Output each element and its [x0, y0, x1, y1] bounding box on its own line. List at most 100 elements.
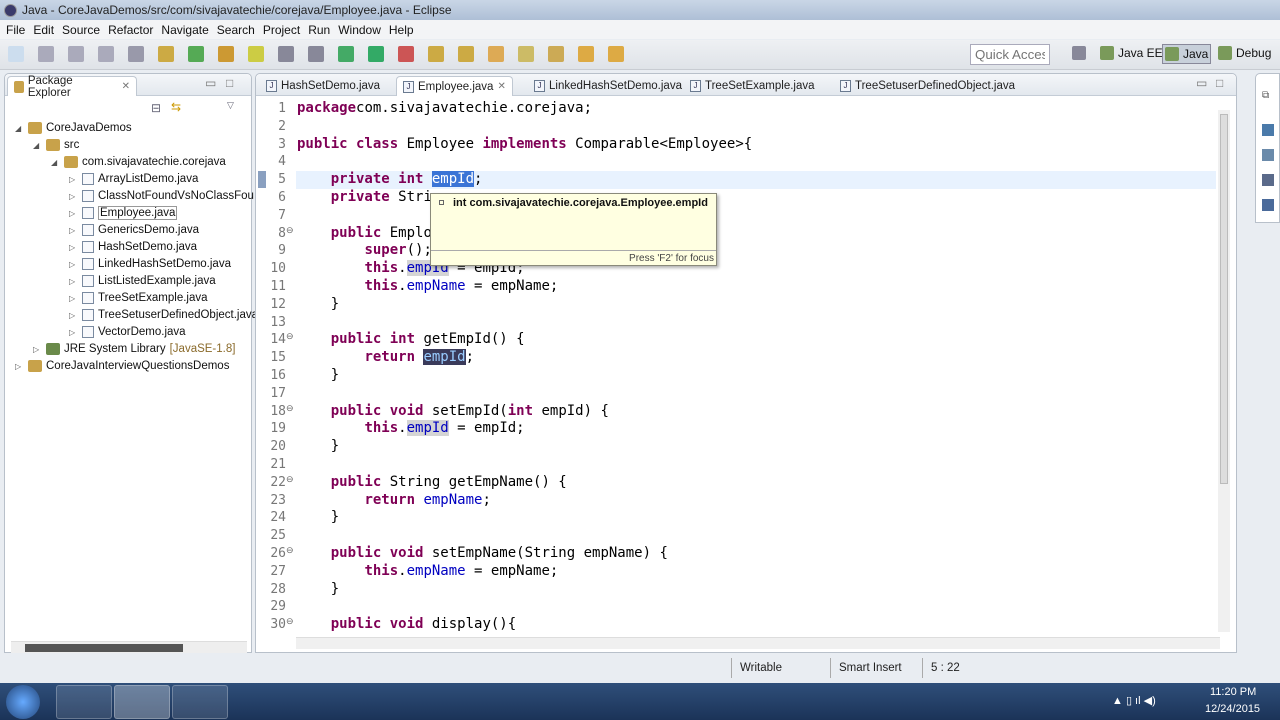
tree-item[interactable]: ▷ Employee.java: [69, 205, 178, 221]
tab-treesetuserdefinedobject[interactable]: J TreeSetuserDefinedObject.java: [834, 76, 1021, 96]
menu-edit[interactable]: Edit: [31, 23, 60, 37]
tree-item[interactable]: ▷ VectorDemo.java: [69, 324, 186, 340]
toolbar-button-18[interactable]: [518, 46, 534, 62]
minimize-icon[interactable]: ▭: [205, 76, 216, 90]
menu-navigate[interactable]: Navigate: [159, 23, 214, 37]
tree-item[interactable]: ▷ CoreJavaInterviewQuestionsDemos: [15, 358, 229, 374]
code-line[interactable]: public void setEmpId(int empId) {: [297, 403, 609, 419]
link-with-editor-icon[interactable]: ⇆: [171, 100, 181, 114]
collapsed-arrow-icon[interactable]: ▷: [15, 362, 24, 371]
tab-linkedhashsetdemo[interactable]: J LinkedHashSetDemo.java: [528, 76, 688, 96]
open-perspective-icon[interactable]: [1072, 46, 1086, 60]
code-line[interactable]: super();: [297, 242, 431, 258]
toolbar-button-17[interactable]: [488, 46, 504, 62]
tab-package-explorer[interactable]: Package Explorer ✕: [7, 75, 137, 99]
tree-item[interactable]: ◢ src: [33, 137, 79, 153]
collapse-all-icon[interactable]: ⊟: [151, 101, 161, 115]
code-line[interactable]: public void setEmpName(String empName) {: [297, 545, 668, 561]
clock-date[interactable]: 12/24/2015: [1205, 703, 1260, 715]
code-line[interactable]: this.empId = empId;: [297, 420, 525, 437]
close-icon[interactable]: ✕: [497, 81, 505, 92]
scrollbar-thumb[interactable]: [1220, 114, 1228, 484]
console-icon[interactable]: [1262, 199, 1274, 211]
outline-icon[interactable]: [1262, 124, 1274, 136]
tree-item[interactable]: ◢ CoreJavaDemos: [15, 120, 132, 136]
problems-icon[interactable]: [1262, 174, 1274, 186]
tab-treesetexample[interactable]: J TreeSetExample.java: [684, 76, 821, 96]
expanded-arrow-icon[interactable]: ◢: [15, 124, 24, 133]
code-line[interactable]: this.empName = empName;: [297, 278, 558, 294]
taskbar-explorer[interactable]: [56, 685, 112, 719]
code-line[interactable]: public class Employee implements Compara…: [297, 136, 752, 152]
toolbar-button-4[interactable]: [98, 46, 114, 62]
collapsed-arrow-icon[interactable]: ▷: [69, 175, 78, 184]
expanded-arrow-icon[interactable]: ◢: [51, 158, 60, 167]
tab-employee[interactable]: J Employee.java ✕: [396, 76, 513, 96]
code-line[interactable]: public String getEmpName() {: [297, 474, 567, 490]
toolbar-button-16[interactable]: [458, 46, 474, 62]
taskbar-app[interactable]: [172, 685, 228, 719]
code-line[interactable]: private Stri: [297, 189, 432, 205]
menu-window[interactable]: Window: [336, 23, 387, 37]
toolbar-button-15[interactable]: [428, 46, 444, 62]
menu-project[interactable]: Project: [261, 23, 306, 37]
code-line[interactable]: return empName;: [297, 492, 490, 508]
toolbar-button-6[interactable]: [158, 46, 174, 62]
tree-item[interactable]: ▷ GenericsDemo.java: [69, 222, 199, 238]
tree-item[interactable]: ▷ LinkedHashSetDemo.java: [69, 256, 231, 272]
minimize-icon[interactable]: ▭: [1196, 76, 1207, 90]
collapsed-arrow-icon[interactable]: ▷: [69, 328, 78, 337]
menu-run[interactable]: Run: [306, 23, 336, 37]
close-icon[interactable]: ✕: [122, 81, 130, 92]
fold-icon[interactable]: ⊖: [286, 474, 294, 485]
code-line[interactable]: }: [297, 581, 339, 597]
tree-item[interactable]: ▷ ListListedExample.java: [69, 273, 216, 289]
menu-search[interactable]: Search: [215, 23, 261, 37]
toolbar-button-5[interactable]: [128, 46, 144, 62]
toolbar-button-7[interactable]: [188, 46, 204, 62]
tree-item[interactable]: ◢ com.sivajavatechie.corejava: [51, 154, 226, 170]
toolbar-button-13[interactable]: [368, 46, 384, 62]
collapsed-arrow-icon[interactable]: ▷: [69, 226, 78, 235]
perspective-java-ee[interactable]: Java EE: [1100, 46, 1163, 60]
collapsed-arrow-icon[interactable]: ▷: [69, 192, 78, 201]
code-line[interactable]: packagecom.sivajavatechie.corejava;: [297, 100, 592, 116]
tree-item[interactable]: ▷ TreeSetExample.java: [69, 290, 208, 306]
code-line[interactable]: }: [297, 296, 339, 312]
tray-icons[interactable]: ▲ ▯ ıl ◀): [1112, 694, 1156, 707]
fold-icon[interactable]: ⊖: [286, 403, 294, 414]
view-menu-icon[interactable]: ▽: [227, 100, 234, 111]
fold-icon[interactable]: ⊖: [286, 616, 294, 627]
tree-item[interactable]: ▷ JRE System Library [JavaSE-1.8]: [33, 341, 235, 357]
menu-help[interactable]: Help: [387, 23, 420, 37]
menu-file[interactable]: File: [4, 23, 31, 37]
perspective-java[interactable]: Java: [1162, 44, 1212, 64]
maximize-icon[interactable]: □: [226, 76, 233, 90]
code-line[interactable]: }: [297, 438, 339, 454]
toolbar-button-11[interactable]: [308, 46, 324, 62]
tab-hashsetdemo[interactable]: J HashSetDemo.java: [260, 76, 386, 96]
menu-refactor[interactable]: Refactor: [106, 23, 159, 37]
tree-item[interactable]: ▷ ArrayListDemo.java: [69, 171, 198, 187]
horizontal-scrollbar[interactable]: [11, 641, 247, 653]
code-line[interactable]: public void display(){: [297, 616, 516, 632]
fold-icon[interactable]: ⊖: [286, 225, 294, 236]
tree-item[interactable]: ▷ HashSetDemo.java: [69, 239, 197, 255]
collapsed-arrow-icon[interactable]: ▷: [33, 345, 42, 354]
fold-icon[interactable]: ⊖: [286, 331, 294, 342]
fold-icon[interactable]: ⊖: [286, 545, 294, 556]
toolbar-button-14[interactable]: [398, 46, 414, 62]
menu-source[interactable]: Source: [60, 23, 106, 37]
code-line[interactable]: this.empName = empName;: [297, 563, 558, 579]
clock-time[interactable]: 11:20 PM: [1210, 686, 1256, 698]
toolbar-button-10[interactable]: [278, 46, 294, 62]
code-line[interactable]: }: [297, 509, 339, 525]
code-line[interactable]: return empId;: [297, 349, 474, 366]
horizontal-scrollbar[interactable]: [296, 637, 1220, 649]
collapsed-arrow-icon[interactable]: ▷: [69, 243, 78, 252]
toolbar-button-19[interactable]: [548, 46, 564, 62]
perspective-debug[interactable]: Debug: [1218, 46, 1271, 60]
toolbar-button-12[interactable]: [338, 46, 354, 62]
collapsed-arrow-icon[interactable]: ▷: [69, 311, 78, 320]
toolbar-button-8[interactable]: [218, 46, 234, 62]
